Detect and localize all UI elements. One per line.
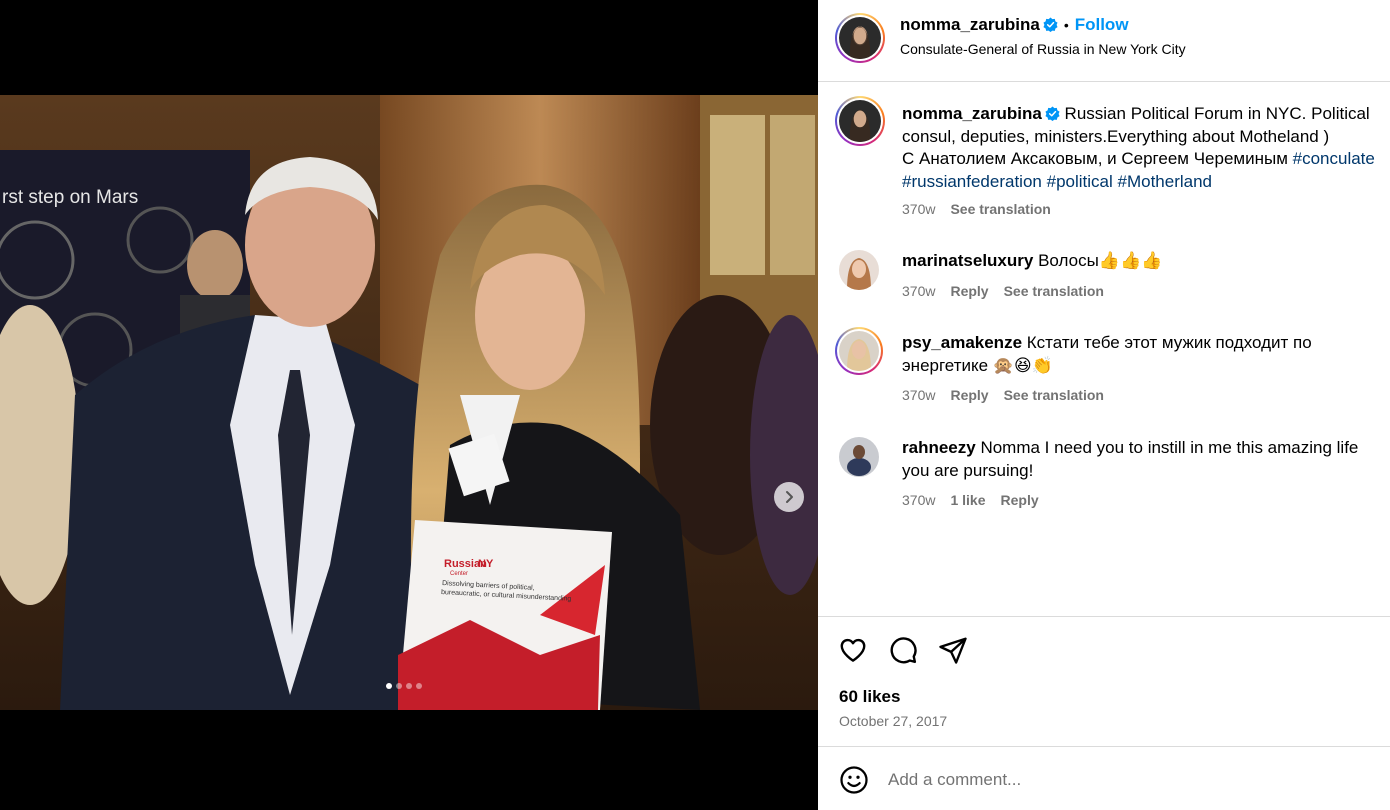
hashtag-link[interactable]: #russianfederation — [902, 172, 1042, 191]
comment-meta: 370w Reply See translation — [902, 283, 1104, 299]
verified-badge-icon — [1043, 17, 1058, 32]
comment-icon[interactable] — [888, 635, 918, 665]
photo-image: rst step on Mars Russian NY Center Disso… — [0, 95, 818, 710]
comment-likes-count[interactable]: 1 like — [950, 492, 985, 508]
poster-banner-text: rst step on Mars — [2, 187, 138, 208]
author-username[interactable]: nomma_zarubina — [900, 15, 1040, 34]
post-actions: 60 likes October 27, 2017 — [818, 616, 1390, 746]
hashtag-link[interactable]: #Motherland — [1118, 172, 1213, 191]
comment-username[interactable]: marinatseluxury — [902, 251, 1033, 270]
avatar — [839, 17, 881, 59]
post-header: nomma_zarubina • Follow Consulate-General … — [818, 0, 1390, 82]
comment-timestamp[interactable]: 370w — [902, 492, 935, 508]
post-media: rst step on Mars Russian NY Center Disso… — [0, 0, 818, 810]
avatar — [839, 331, 879, 371]
comment-username[interactable]: rahneezy — [902, 438, 976, 457]
hashtag-link[interactable]: #political — [1047, 172, 1113, 191]
caption-meta: 370w See translation — [902, 201, 1051, 217]
carousel-next-button[interactable] — [774, 482, 804, 512]
emoji-icon[interactable] — [839, 765, 869, 795]
likes-count[interactable]: 60 likes — [839, 687, 900, 707]
heart-icon[interactable] — [838, 635, 868, 665]
author-avatar-ring[interactable] — [835, 13, 885, 63]
verified-badge-icon — [1045, 106, 1060, 121]
comment-timestamp[interactable]: 370w — [902, 283, 935, 299]
comment-text: psy_amakenze Кстати тебе этот мужик подх… — [902, 332, 1386, 377]
post-date[interactable]: October 27, 2017 — [839, 713, 947, 729]
comment-meta: 370w Reply See translation — [902, 387, 1104, 403]
carousel-dot — [406, 683, 412, 689]
comment-text: rahneezy Nomma I need you to instill in … — [902, 437, 1386, 482]
see-translation-button[interactable]: See translation — [1004, 387, 1104, 403]
avatar[interactable] — [839, 250, 879, 290]
post-photo: rst step on Mars Russian NY Center Disso… — [0, 95, 818, 710]
comment-timestamp[interactable]: 370w — [902, 387, 935, 403]
comment-meta: 370w 1 like Reply — [902, 492, 1039, 508]
header-separator: • — [1063, 17, 1069, 33]
post-location[interactable]: Consulate-General of Russia in New York … — [900, 41, 1186, 57]
post-details-panel: nomma_zarubina • Follow Consulate-General … — [818, 0, 1390, 810]
carousel-dot — [416, 683, 422, 689]
caption-text: nomma_zarubina Russian Political Forum i… — [902, 103, 1386, 193]
comment-body: Волосы👍👍👍 — [1038, 251, 1163, 270]
caption-username[interactable]: nomma_zarubina — [902, 104, 1042, 123]
follow-button[interactable]: Follow — [1075, 15, 1129, 34]
carousel-indicator — [386, 683, 422, 689]
share-icon[interactable] — [938, 635, 968, 665]
comments-list: nomma_zarubina Russian Political Forum i… — [818, 83, 1390, 616]
comment-avatar-ring[interactable] — [835, 327, 883, 375]
comment-input[interactable] — [888, 765, 1368, 795]
comment-text: marinatseluxury Волосы👍👍👍 — [902, 250, 1386, 273]
hashtag-link[interactable]: #conculate — [1293, 149, 1375, 168]
brochure-brand-small-text: Center — [450, 571, 468, 577]
see-translation-button[interactable]: See translation — [1004, 283, 1104, 299]
comment-username[interactable]: psy_amakenze — [902, 333, 1022, 352]
avatar[interactable] — [839, 437, 879, 477]
see-translation-button[interactable]: See translation — [950, 201, 1050, 217]
comment-composer — [818, 746, 1390, 810]
carousel-dot — [396, 683, 402, 689]
caption-body-line2: С Анатолием Аксаковым, и Сергеем Черемин… — [902, 149, 1288, 168]
avatar — [839, 100, 881, 142]
reply-button[interactable]: Reply — [950, 387, 988, 403]
reply-button[interactable]: Reply — [1001, 492, 1039, 508]
caption-timestamp[interactable]: 370w — [902, 201, 935, 217]
carousel-dot — [386, 683, 392, 689]
caption-avatar-ring[interactable] — [835, 96, 885, 146]
brochure-brand-ny-text: NY — [478, 558, 494, 570]
chevron-right-icon — [786, 491, 793, 503]
reply-button[interactable]: Reply — [950, 283, 988, 299]
